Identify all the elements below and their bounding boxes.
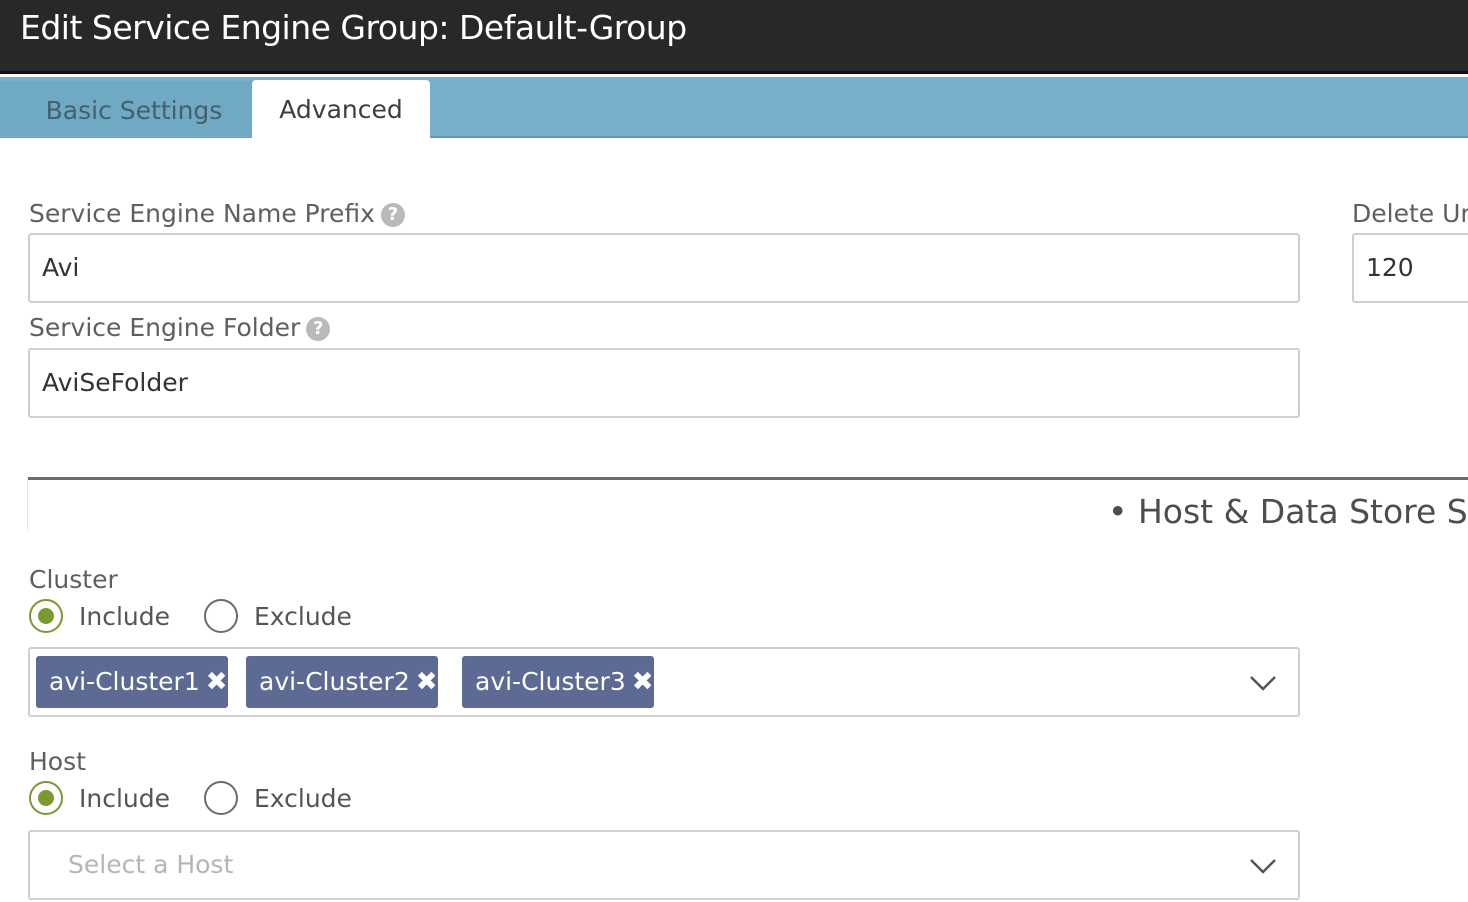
cluster-chip: avi-Cluster2 ✖ (246, 656, 438, 708)
tab-bar: Basic Settings Advanced (0, 77, 1468, 140)
host-select-placeholder: Select a Host (68, 850, 234, 879)
host-exclude-label[interactable]: Exclude (254, 781, 352, 817)
chevron-down-icon[interactable] (1248, 852, 1278, 880)
folder-label-text: Service Engine Folder (29, 313, 301, 342)
section-divider-edge (27, 478, 28, 530)
cluster-exclude-radio[interactable] (204, 599, 238, 633)
close-x-icon[interactable]: ✖ (416, 656, 438, 708)
name-prefix-label-text: Service Engine Name Prefix (29, 199, 375, 228)
host-include-radio[interactable] (29, 781, 63, 815)
help-icon[interactable]: ? (380, 203, 405, 227)
host-include-label[interactable]: Include (79, 781, 170, 817)
cluster-include-radio[interactable] (29, 599, 63, 633)
cluster-radio-group: Include Exclude (29, 599, 429, 639)
host-label: Host (29, 747, 86, 776)
cluster-include-label[interactable]: Include (79, 599, 170, 635)
dialog-titlebar: Edit Service Engine Group: Default-Group (0, 0, 1468, 74)
dialog-title: Edit Service Engine Group: Default-Group (20, 8, 687, 47)
section-divider (28, 477, 1468, 480)
close-x-icon[interactable]: ✖ (206, 656, 228, 708)
folder-input[interactable]: AviSeFolder (28, 348, 1300, 418)
tab-advanced[interactable]: Advanced (252, 80, 430, 140)
host-radio-group: Include Exclude (29, 781, 429, 821)
cluster-chip-label: avi-Cluster3 (475, 667, 626, 696)
delete-unused-label: Delete Ur (1352, 199, 1468, 228)
name-prefix-input[interactable]: Avi (28, 233, 1300, 303)
cluster-label: Cluster (29, 565, 118, 594)
folder-label: Service Engine Folder? (29, 313, 331, 342)
close-x-icon[interactable]: ✖ (632, 656, 654, 708)
cluster-exclude-label[interactable]: Exclude (254, 599, 352, 635)
chevron-down-icon[interactable] (1248, 669, 1278, 697)
tab-basic-settings[interactable]: Basic Settings (0, 81, 252, 138)
cluster-chip-label: avi-Cluster2 (259, 667, 410, 696)
cluster-chip: avi-Cluster1 ✖ (36, 656, 228, 708)
cluster-chip: avi-Cluster3 ✖ (462, 656, 654, 708)
cluster-chip-label: avi-Cluster1 (49, 667, 200, 696)
help-icon[interactable]: ? (306, 317, 331, 341)
host-exclude-radio[interactable] (204, 781, 238, 815)
host-select[interactable]: Select a Host (28, 830, 1300, 900)
delete-unused-input[interactable]: 120 (1352, 233, 1468, 303)
name-prefix-label: Service Engine Name Prefix? (29, 199, 405, 228)
cluster-select[interactable]: avi-Cluster1 ✖ avi-Cluster2 ✖ avi-Cluster3… (28, 647, 1300, 717)
section-title-host-datastore: • Host & Data Store Sco (1108, 492, 1468, 531)
